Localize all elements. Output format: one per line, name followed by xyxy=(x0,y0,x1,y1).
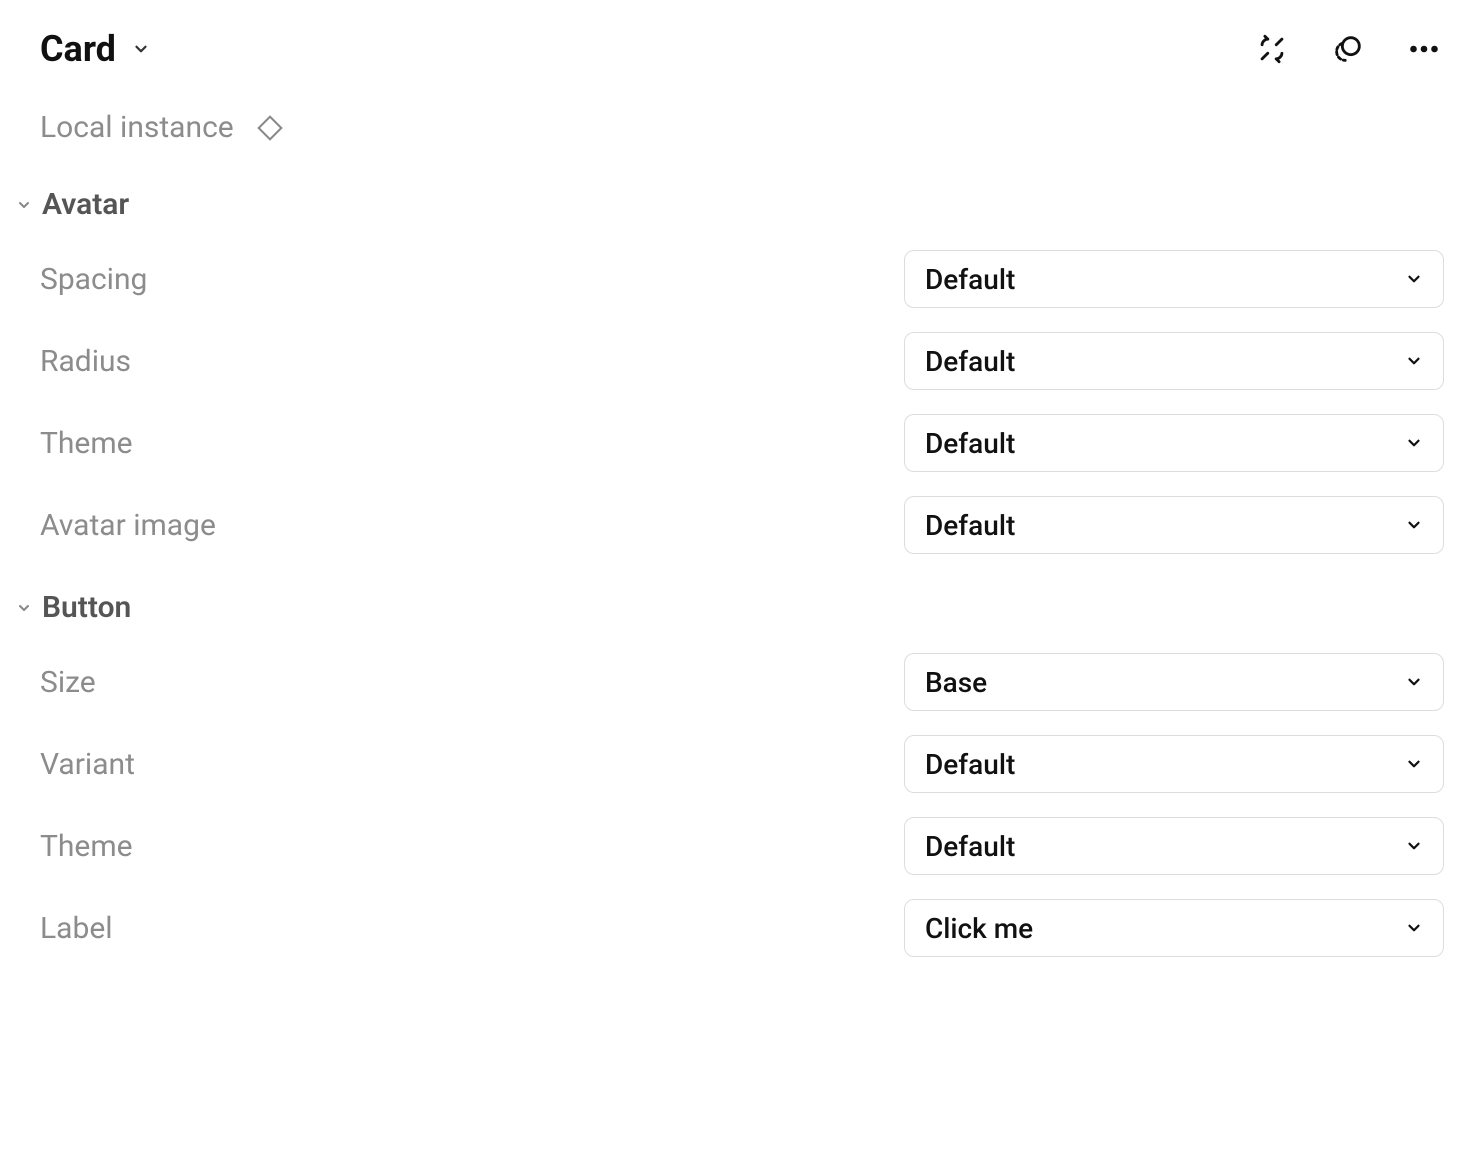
prop-label-label: Label xyxy=(40,911,113,946)
local-instance-label: Local instance xyxy=(40,110,234,145)
prop-row-size: Size Base xyxy=(40,653,1444,711)
detach-instance-icon[interactable] xyxy=(1252,29,1292,69)
chevron-down-icon xyxy=(16,197,32,213)
select-variant[interactable]: Default xyxy=(904,735,1444,793)
section-title-avatar: Avatar xyxy=(42,187,129,222)
select-size[interactable]: Base xyxy=(904,653,1444,711)
header-left: Card xyxy=(40,28,150,70)
chevron-down-icon xyxy=(1405,434,1423,452)
select-value: Base xyxy=(925,666,987,699)
select-value: Default xyxy=(925,427,1015,460)
select-avatar-image[interactable]: Default xyxy=(904,496,1444,554)
select-label[interactable]: Click me xyxy=(904,899,1444,957)
select-theme[interactable]: Default xyxy=(904,414,1444,472)
prop-label-theme: Theme xyxy=(40,426,133,461)
prop-label-radius: Radius xyxy=(40,344,131,379)
component-title: Card xyxy=(40,28,116,70)
select-radius[interactable]: Default xyxy=(904,332,1444,390)
prop-row-variant: Variant Default xyxy=(40,735,1444,793)
prop-row-spacing: Spacing Default xyxy=(40,250,1444,308)
chevron-down-icon xyxy=(1405,673,1423,691)
select-value: Click me xyxy=(925,912,1033,945)
prop-label-button-theme: Theme xyxy=(40,829,133,864)
panel-header: Card xyxy=(40,28,1444,70)
prop-label-variant: Variant xyxy=(40,747,135,782)
section-button: Button Size Base Variant Default Theme xyxy=(40,590,1444,957)
instance-swap-icon[interactable] xyxy=(1328,29,1368,69)
prop-label-spacing: Spacing xyxy=(40,262,147,297)
section-header-avatar[interactable]: Avatar xyxy=(16,187,1444,222)
chevron-down-icon xyxy=(1405,270,1423,288)
prop-row-radius: Radius Default xyxy=(40,332,1444,390)
local-instance-row: Local instance xyxy=(40,110,1444,145)
chevron-down-icon xyxy=(16,600,32,616)
chevron-down-icon xyxy=(1405,837,1423,855)
section-header-button[interactable]: Button xyxy=(16,590,1444,625)
select-spacing[interactable]: Default xyxy=(904,250,1444,308)
more-options-icon[interactable] xyxy=(1404,29,1444,69)
select-value: Default xyxy=(925,263,1015,296)
select-value: Default xyxy=(925,345,1015,378)
prop-row-avatar-image: Avatar image Default xyxy=(40,496,1444,554)
chevron-down-icon[interactable] xyxy=(132,40,150,58)
select-value: Default xyxy=(925,509,1015,542)
chevron-down-icon xyxy=(1405,919,1423,937)
header-actions xyxy=(1252,29,1444,69)
chevron-down-icon xyxy=(1405,352,1423,370)
chevron-down-icon xyxy=(1405,516,1423,534)
section-avatar: Avatar Spacing Default Radius Default Th… xyxy=(40,187,1444,554)
prop-row-theme: Theme Default xyxy=(40,414,1444,472)
select-value: Default xyxy=(925,748,1015,781)
prop-label-size: Size xyxy=(40,665,96,700)
chevron-down-icon xyxy=(1405,755,1423,773)
section-title-button: Button xyxy=(42,590,131,625)
prop-label-avatar-image: Avatar image xyxy=(40,508,216,543)
select-button-theme[interactable]: Default xyxy=(904,817,1444,875)
prop-row-button-theme: Theme Default xyxy=(40,817,1444,875)
select-value: Default xyxy=(925,830,1015,863)
diamond-icon xyxy=(254,112,286,144)
prop-row-label: Label Click me xyxy=(40,899,1444,957)
